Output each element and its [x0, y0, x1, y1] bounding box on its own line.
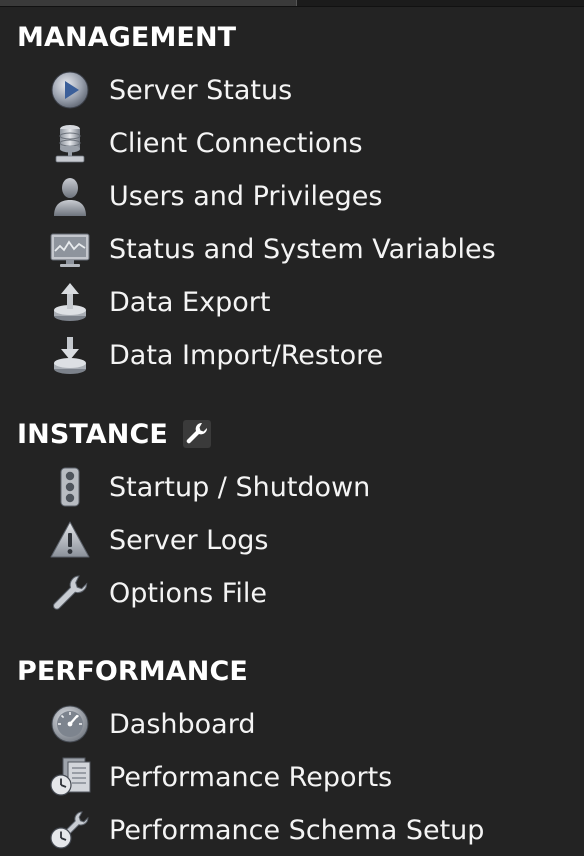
nav-item-label: Server Status — [109, 74, 293, 106]
nav-item-label: Data Import/Restore — [109, 339, 384, 371]
user-silhouette-icon — [48, 174, 92, 218]
section-header-instance: INSTANCE — [17, 417, 212, 451]
nav-item-data-export[interactable]: Data Export — [48, 280, 568, 324]
gauge-icon — [48, 702, 92, 746]
wrench-icon — [182, 419, 212, 449]
nav-item-performance-reports[interactable]: Performance Reports — [48, 755, 568, 799]
reports-clock-icon — [48, 755, 92, 799]
nav-item-startup-shutdown[interactable]: Startup / Shutdown — [48, 465, 568, 509]
nav-item-users-and-privileges[interactable]: Users and Privileges — [48, 174, 568, 218]
nav-item-status-and-system-variables[interactable]: Status and System Variables — [48, 227, 568, 271]
nav-item-label: Data Export — [109, 286, 271, 318]
export-upload-icon — [48, 280, 92, 324]
navigator-panel: MANAGEMENT Server Status Client Connecti… — [0, 0, 584, 856]
nav-item-label: Client Connections — [109, 127, 363, 159]
nav-item-data-import-restore[interactable]: Data Import/Restore — [48, 333, 568, 377]
nav-item-client-connections[interactable]: Client Connections — [48, 121, 568, 165]
nav-item-label: Options File — [109, 577, 267, 609]
traffic-light-icon — [48, 465, 92, 509]
nav-item-dashboard[interactable]: Dashboard — [48, 702, 568, 746]
play-circle-icon — [48, 68, 92, 112]
database-user-icon — [48, 121, 92, 165]
nav-item-label: Status and System Variables — [109, 233, 496, 265]
wrench-icon — [48, 571, 92, 615]
top-tab-strip — [0, 0, 584, 7]
warning-triangle-icon — [48, 518, 92, 562]
panel-tab[interactable] — [0, 0, 297, 6]
section-header-management: MANAGEMENT — [17, 21, 237, 53]
nav-item-server-logs[interactable]: Server Logs — [48, 518, 568, 562]
nav-item-label: Users and Privileges — [109, 180, 383, 212]
nav-item-server-status[interactable]: Server Status — [48, 68, 568, 112]
nav-item-label: Dashboard — [109, 708, 256, 740]
nav-item-label: Performance Reports — [109, 761, 393, 793]
nav-item-label: Server Logs — [109, 524, 269, 556]
nav-item-label: Performance Schema Setup — [109, 814, 485, 846]
monitor-graph-icon — [48, 227, 92, 271]
nav-item-performance-schema-setup[interactable]: Performance Schema Setup — [48, 808, 568, 852]
import-download-icon — [48, 333, 92, 377]
nav-item-label: Startup / Shutdown — [109, 471, 371, 503]
section-header-performance: PERFORMANCE — [17, 655, 248, 687]
nav-item-options-file[interactable]: Options File — [48, 571, 568, 615]
schema-setup-icon — [48, 808, 92, 852]
